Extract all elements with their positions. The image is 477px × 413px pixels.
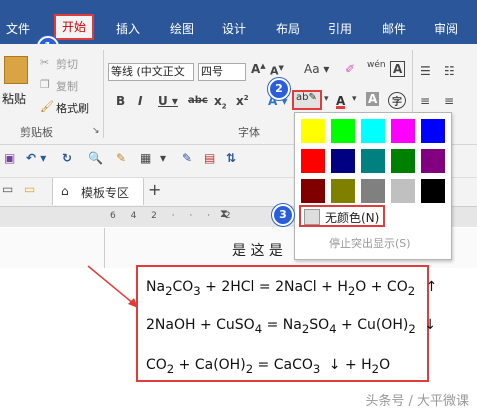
highlight-color-button[interactable]: ab✎ [292, 90, 322, 110]
grow-font-icon[interactable]: A▲ [251, 62, 266, 76]
char-border-icon[interactable]: A [390, 61, 406, 77]
swatch-turquoise[interactable] [361, 119, 385, 143]
font-color-dropdown-icon[interactable]: ▾ [352, 94, 357, 104]
indent-marker-icon[interactable]: ⧗ [220, 207, 228, 221]
font-size-combo[interactable]: 四号 [198, 63, 246, 81]
precipitate-arrow-icon: ↓ [328, 357, 341, 373]
char-shading-icon[interactable]: A [366, 92, 380, 106]
bold-icon[interactable]: B [116, 94, 125, 108]
document-text: 是 这 是 [232, 243, 283, 259]
swatch-yellow[interactable] [301, 119, 325, 143]
precipitate-arrow-icon: ↓ [424, 317, 436, 333]
tab-design[interactable]: 设计 [222, 20, 246, 37]
swatch-black[interactable] [421, 179, 445, 203]
tab-template-zone[interactable]: ⌂ 模板专区 [52, 178, 144, 205]
undo-icon[interactable]: ↶ ▾ [26, 151, 46, 165]
enclose-char-icon[interactable]: 字 [388, 92, 406, 109]
no-color-option[interactable]: 无颜色(N) [299, 205, 385, 227]
swatch-gray-25[interactable] [391, 179, 415, 203]
swatch-teal[interactable] [361, 149, 385, 173]
phonetic-guide-icon[interactable]: wén [367, 60, 386, 70]
swatch-dark-yellow[interactable] [331, 179, 355, 203]
strikethrough-icon[interactable]: abc [188, 95, 208, 106]
equation-1: Na2CO3 + 2HCl = 2NaCl + H2O + CO2 ↑ [146, 279, 438, 298]
swatch-violet[interactable] [421, 149, 445, 173]
equation-2: 2NaOH + CuSO4 = Na2SO4 + Cu(OH)2 ↓ [146, 317, 436, 336]
tab-insert[interactable]: 插入 [116, 20, 140, 37]
gas-arrow-icon: ↑ [425, 279, 438, 295]
group-divider [103, 50, 104, 138]
align-left-icon[interactable]: ≡ [420, 94, 430, 108]
swatch-dark-red[interactable] [301, 179, 325, 203]
swatch-red[interactable] [301, 149, 325, 173]
bullets-icon[interactable]: ☰ [420, 64, 431, 78]
tab-template-label: 模板专区 [81, 186, 130, 200]
highlighter-icon: ab✎ [296, 92, 317, 103]
tab-file[interactable]: 文件 [6, 20, 30, 37]
swatch-gray-50[interactable] [361, 179, 385, 203]
stop-highlighting-option[interactable]: 停止突出显示(S) [329, 235, 411, 251]
font-name-combo[interactable]: 等线 (中文正文 [108, 63, 194, 81]
change-case-icon[interactable]: Aa ▾ [304, 62, 329, 76]
cut-button[interactable]: 剪切 [56, 56, 78, 72]
page-icon[interactable]: ▭ [2, 182, 13, 196]
tool-icon[interactable]: ▤ [204, 151, 215, 165]
tab-mailings[interactable]: 邮件 [382, 20, 406, 37]
shrink-font-icon[interactable]: A▼ [270, 64, 284, 78]
copy-icon: ❐ [40, 78, 50, 91]
clipboard-group-label: 剪贴板 [20, 126, 53, 139]
swatch-pink[interactable] [391, 119, 415, 143]
brush-icon[interactable]: ✎ [116, 151, 126, 165]
equations-box: Na2CO3 + 2HCl = 2NaCl + H2O + CO2 ↑ 2NaO… [136, 265, 437, 382]
tool-icon[interactable]: ⇅ [226, 151, 236, 165]
step-badge-3: 3 [272, 204, 294, 226]
swatch-green[interactable] [391, 149, 415, 173]
swatch-dark-blue[interactable] [331, 149, 355, 173]
font-group-label: 字体 [238, 126, 260, 139]
copy-button[interactable]: 复制 [56, 78, 78, 94]
print-preview-icon[interactable]: 🔍 [88, 151, 103, 165]
tab-references[interactable]: 引用 [328, 20, 352, 37]
more-icon[interactable]: ▾ [160, 151, 166, 165]
numbering-icon[interactable]: ☷ [444, 64, 455, 78]
italic-icon[interactable]: I [138, 94, 142, 108]
no-color-swatch-icon [304, 209, 320, 225]
folder-icon[interactable]: ▭ [24, 182, 35, 196]
ruler-ticks: 6 4 2 · · · 2 [110, 211, 237, 221]
tab-layout[interactable]: 布局 [276, 20, 300, 37]
format-painter-button[interactable]: 格式刷 [56, 100, 89, 116]
tab-review[interactable]: 审阅 [434, 20, 458, 37]
tab-home[interactable]: 开始 [54, 14, 94, 40]
pointer-arrow [87, 265, 138, 308]
equation-3: CO2 + Ca(OH)2 = CaCO3 ↓ + H2O [146, 357, 391, 376]
paste-button[interactable]: 粘贴 [2, 90, 26, 107]
save-icon[interactable]: ▣ [4, 151, 15, 165]
font-color-icon[interactable]: A [336, 94, 346, 109]
highlight-dropdown-icon[interactable]: ▾ [324, 94, 329, 104]
ribbon-tab-bar: 文件 开始 插入 绘图 设计 布局 引用 邮件 审阅 [0, 0, 477, 44]
insert-table-icon[interactable]: ▦ [140, 151, 151, 165]
step-badge-2: 2 [268, 78, 290, 100]
clear-format-icon[interactable]: ✐ [345, 62, 355, 76]
swatch-bright-green[interactable] [331, 119, 355, 143]
format-painter-icon: 🖌 [40, 100, 54, 113]
align-center-icon[interactable]: ≡ [444, 94, 454, 108]
home-icon: ⌂ [61, 184, 69, 198]
underline-icon[interactable]: U ▾ [158, 94, 178, 108]
tab-draw[interactable]: 绘图 [170, 20, 194, 37]
scissors-icon: ✂ [40, 56, 50, 69]
new-tab-icon[interactable]: + [148, 180, 161, 199]
paste-icon[interactable] [4, 56, 28, 84]
superscript-icon[interactable]: x2 [236, 94, 249, 108]
subscript-icon[interactable]: x2 [214, 94, 227, 110]
clipboard-launcher-icon[interactable]: ↘ [92, 126, 100, 136]
highlight-color-menu: 无颜色(N) 停止突出显示(S) [294, 112, 452, 260]
redo-icon[interactable]: ↻ [62, 151, 72, 165]
watermark: 头条号 / 大平微课 [365, 394, 469, 409]
no-color-label: 无颜色(N) [325, 211, 380, 225]
swatch-blue[interactable] [421, 119, 445, 143]
draw-table-icon[interactable]: ✎ [182, 151, 192, 165]
